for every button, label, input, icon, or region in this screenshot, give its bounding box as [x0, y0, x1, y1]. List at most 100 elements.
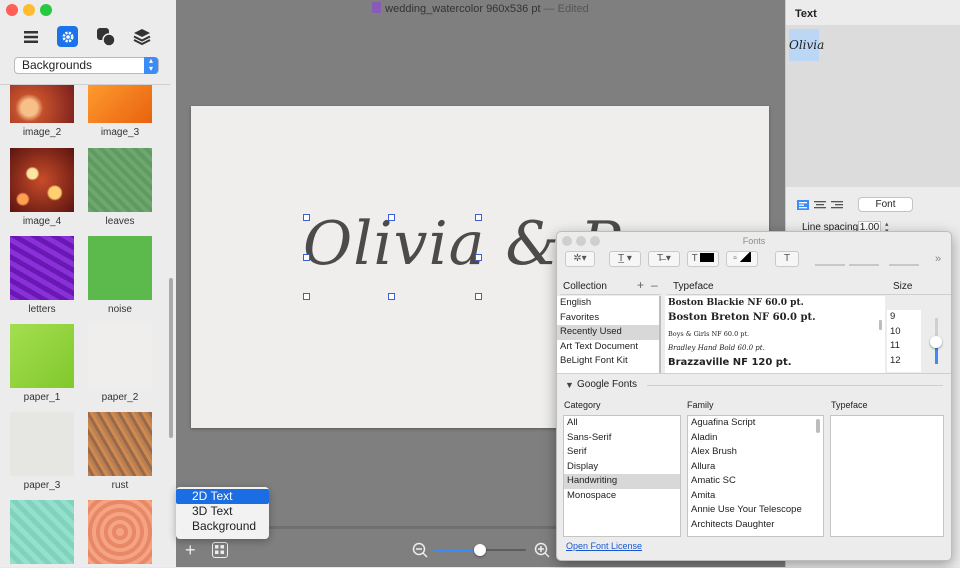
background-thumb[interactable]: [10, 500, 74, 564]
minimize-window-button[interactable]: [23, 4, 35, 16]
background-label: paper_2: [101, 392, 139, 403]
zoom-out-icon[interactable]: [412, 542, 428, 561]
menu-item-2d-text[interactable]: 2D Text: [176, 489, 269, 504]
typeface-item[interactable]: Boston Breton NF 60.0 pt.: [665, 311, 885, 327]
close-window-button[interactable]: [6, 4, 18, 16]
background-thumb[interactable]: [10, 236, 74, 300]
family-item[interactable]: Aguafina Script: [688, 416, 823, 431]
text-strikethrough-icon[interactable]: T̶ ▾: [648, 251, 680, 267]
shadow-blur-slider[interactable]: [849, 264, 879, 266]
collection-item[interactable]: Art Text Document: [557, 340, 659, 355]
zoom-window-button[interactable]: [40, 4, 52, 16]
typeface-item[interactable]: Brazzaville NF 120 pt.: [665, 356, 885, 371]
category-item[interactable]: Handwriting: [564, 474, 680, 489]
background-thumb[interactable]: [10, 324, 74, 388]
document-title: wedding_watercolor 960x536 pt — Edited: [176, 2, 785, 15]
size-item[interactable]: 11: [887, 339, 921, 354]
background-thumb[interactable]: [88, 85, 152, 123]
document-icon: [372, 2, 382, 13]
family-scrollbar[interactable]: [816, 419, 820, 433]
size-item[interactable]: 9: [887, 310, 921, 325]
collection-item[interactable]: English: [557, 296, 659, 311]
family-item[interactable]: Architects Daughter: [688, 518, 823, 533]
collection-item[interactable]: Recently Used: [557, 325, 659, 340]
font-button[interactable]: Font: [858, 197, 913, 212]
disclosure-triangle-icon[interactable]: ▼: [565, 380, 574, 390]
category-item[interactable]: Display: [564, 460, 680, 475]
sidebar-scrollbar[interactable]: [169, 278, 173, 438]
family-item[interactable]: Annie Use Your Telescope: [688, 503, 823, 518]
background-thumb[interactable]: [10, 412, 74, 476]
selection-handle[interactable]: [303, 214, 310, 221]
fonts-minimize-button[interactable]: [576, 236, 586, 246]
category-item[interactable]: Monospace: [564, 489, 680, 504]
collection-item[interactable]: BeLight Font Kit: [557, 354, 659, 369]
selection-handle[interactable]: [303, 293, 310, 300]
font-action-gear-icon[interactable]: ✲▾: [565, 251, 595, 267]
zoom-in-icon[interactable]: [534, 542, 550, 561]
menu-item-background[interactable]: Background: [176, 519, 269, 534]
collection-scrollbar[interactable]: [659, 296, 661, 374]
fonts-close-button[interactable]: [562, 236, 572, 246]
typeface-item[interactable]: Bradley Hand Bold 60.0 pt.: [665, 341, 885, 356]
background-thumb[interactable]: [10, 148, 74, 212]
background-thumb[interactable]: [88, 412, 152, 476]
more-icon[interactable]: »: [935, 253, 941, 265]
shadow-opacity-slider[interactable]: [815, 264, 845, 266]
align-left-icon[interactable]: [797, 200, 809, 213]
typeface-item[interactable]: Boys & Girls NF 60.0 pt.: [665, 327, 885, 342]
add-icon[interactable]: +: [185, 541, 196, 559]
selection-handle[interactable]: [303, 254, 310, 261]
google-fonts-label[interactable]: Google Fonts: [577, 379, 637, 390]
size-slider-knob[interactable]: [930, 336, 942, 348]
typeface-item[interactable]: Boston Blackie NF 60.0 pt.: [665, 296, 885, 311]
remove-collection-icon[interactable]: –: [651, 278, 658, 292]
fonts-zoom-button[interactable]: [590, 236, 600, 246]
family-item[interactable]: Aladin: [688, 431, 823, 446]
selection-handle[interactable]: [475, 293, 482, 300]
text-underline-icon[interactable]: T̲ ▾: [609, 251, 641, 267]
family-item[interactable]: Amita: [688, 489, 823, 504]
selection-handle[interactable]: [475, 214, 482, 221]
background-thumb[interactable]: [88, 148, 152, 212]
family-item[interactable]: Allura: [688, 460, 823, 475]
layers-icon[interactable]: [131, 26, 153, 48]
size-item[interactable]: 10: [887, 325, 921, 340]
background-label: letters: [28, 304, 56, 315]
open-font-license-link[interactable]: Open Font License: [566, 541, 642, 551]
align-right-icon[interactable]: [831, 200, 843, 213]
family-item[interactable]: Amatic SC: [688, 474, 823, 489]
text-object-thumb[interactable]: Olivia: [789, 29, 824, 61]
add-collection-icon[interactable]: +: [637, 278, 644, 292]
document-color-icon[interactable]: ▫: [726, 251, 758, 267]
background-thumb[interactable]: [10, 85, 74, 123]
category-item[interactable]: All: [564, 416, 680, 431]
background-thumb[interactable]: [88, 324, 152, 388]
background-thumb[interactable]: [88, 236, 152, 300]
category-item[interactable]: Sans-Serif: [564, 431, 680, 446]
menu-item-3d-text[interactable]: 3D Text: [176, 504, 269, 519]
gear-icon[interactable]: [57, 26, 78, 47]
background-thumb[interactable]: [88, 500, 152, 564]
grid-icon[interactable]: [212, 542, 228, 558]
list-icon[interactable]: [20, 26, 42, 48]
shadow-offset-slider[interactable]: [889, 264, 919, 266]
text-shadow-icon[interactable]: T: [775, 251, 799, 267]
background-label: image_3: [100, 127, 140, 138]
shapes-icon[interactable]: [95, 26, 117, 48]
zoom-slider[interactable]: [434, 544, 526, 556]
size-slider[interactable]: [930, 318, 942, 364]
category-select[interactable]: Backgrounds ▴ ▾: [14, 57, 159, 74]
typeface-scrollbar[interactable]: [879, 320, 882, 330]
align-center-icon[interactable]: [814, 200, 826, 213]
category-item[interactable]: Serif: [564, 445, 680, 460]
text-color-icon[interactable]: T: [687, 251, 719, 267]
selection-handle[interactable]: [388, 293, 395, 300]
selection-handle[interactable]: [475, 254, 482, 261]
size-item[interactable]: 12: [887, 354, 921, 369]
zoom-slider-knob[interactable]: [474, 544, 486, 556]
collection-item[interactable]: Favorites: [557, 311, 659, 326]
selection-handle[interactable]: [388, 214, 395, 221]
family-item[interactable]: Alex Brush: [688, 445, 823, 460]
document-name: wedding_watercolor 960x536 pt: [385, 3, 541, 15]
